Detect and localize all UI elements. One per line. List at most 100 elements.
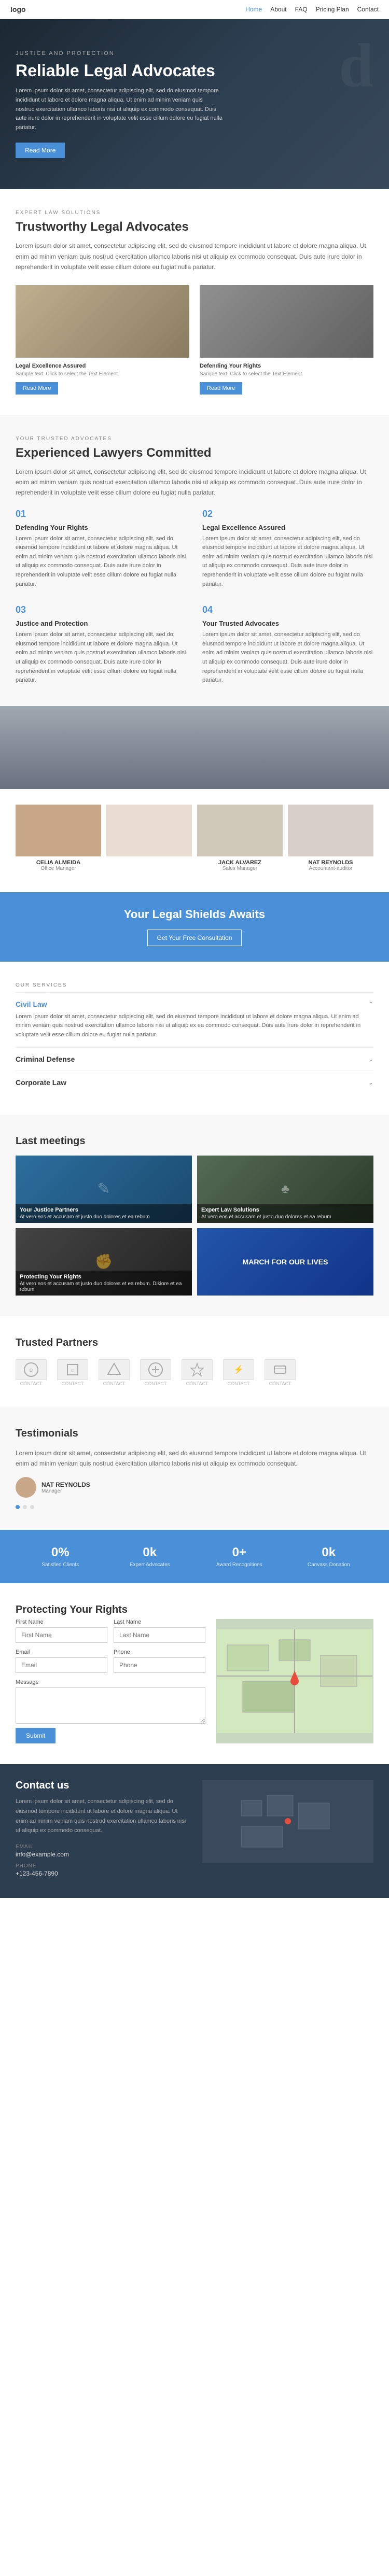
last-name-input[interactable] [114,1627,205,1643]
team-section: CELIA ALMEIDA Office Manager JACK ALVARE… [0,789,389,892]
lawyers-title: Experienced Lawyers Committed [16,446,373,460]
main-nav: Home About FAQ Pricing Plan Contact [245,6,379,13]
meeting-card-2: ♣ Expert Law Solutions At vero eos et ac… [197,1156,373,1223]
stat-num-1: 0% [16,1545,105,1560]
meeting-image-1: ✎ Your Justice Partners At vero eos et a… [16,1156,192,1223]
stat-num-4: 0k [284,1545,374,1560]
team-name-3: JACK ALVAREZ [197,860,283,866]
phone-input[interactable] [114,1657,205,1673]
nav-about[interactable]: About [270,6,286,13]
service-header-2[interactable]: Criminal Defense ⌄ [16,1055,373,1063]
header: logo Home About FAQ Pricing Plan Contact [0,0,389,19]
partner-label-2: CONTACT [57,1381,88,1386]
first-name-group: First Name [16,1619,107,1643]
hero-section: d JUSTICE AND PROTECTION Reliable Legal … [0,19,389,189]
contact-email-item: Email info@example.com [16,1844,187,1858]
lawyers-label: YOUR TRUSTED ADVOCATES [16,436,373,442]
svg-text:⚡: ⚡ [233,1364,244,1374]
service-header-1[interactable]: Civil Law ⌃ [16,1000,373,1008]
logo: logo [10,5,26,13]
lawyer-text-2: Lorem ipsum dolor sit amet, consectetur … [202,534,373,589]
submit-button[interactable]: Submit [16,1728,55,1743]
lawyer-num-3: 03 [16,604,187,615]
last-name-group: Last Name [114,1619,205,1643]
team-photo-4 [288,805,373,856]
lawyer-num-2: 02 [202,509,373,519]
hero-cta-button[interactable]: Read More [16,143,65,158]
team-member-4: NAT REYNOLDS Accountant-auditor [288,805,373,871]
contact-phone-item: Phone +123-456-7890 [16,1863,187,1877]
lawyer-item-4: 04 Your Trusted Advocates Lorem ipsum do… [202,604,373,685]
partner-label-7: CONTACT [265,1381,296,1386]
testimonial-dot-1[interactable] [16,1505,20,1509]
partner-logo-2: □ [57,1359,88,1380]
meeting-card-title-2: Expert Law Solutions [201,1207,369,1213]
services-label: OUR SERVICES [16,982,373,988]
lawyer-text-1: Lorem ipsum dolor sit amet, consectetur … [16,534,187,589]
lawyer-num-4: 04 [202,604,373,615]
meeting-card-text-3: At vero eos et accusam et justo duo dolo… [20,1281,188,1292]
stat-label-3: Award Recognitions [195,1562,284,1568]
testimonials-title: Testimonials [16,1428,373,1440]
message-group: Message [16,1679,205,1724]
testimonial-author-role: Manager [41,1488,90,1494]
cta-button[interactable]: Get Your Free Consultation [147,930,242,946]
nav-pricing[interactable]: Pricing Plan [316,6,349,13]
meeting-card-title-3: Protecting Your Rights [20,1274,188,1280]
hero-title: Reliable Legal Advocates [16,61,223,80]
testimonials-section: Testimonials Lorem ipsum dolor sit amet,… [0,1407,389,1530]
meeting-card-1: ✎ Your Justice Partners At vero eos et a… [16,1156,192,1223]
cta-title: Your Legal Shields Awaits [16,908,373,921]
partner-label-6: CONTACT [223,1381,254,1386]
map-placeholder [216,1619,373,1743]
email-input[interactable] [16,1657,107,1673]
lawyer-item-2: 02 Legal Excellence Assured Lorem ipsum … [202,509,373,589]
nav-faq[interactable]: FAQ [295,6,308,13]
phone-group: Phone [114,1649,205,1673]
message-textarea[interactable] [16,1687,205,1724]
lawyers-section: YOUR TRUSTED ADVOCATES Experienced Lawye… [0,415,389,706]
partner-logo-4 [140,1359,171,1380]
service-title-1: Civil Law [16,1000,47,1008]
lawyer-title-3: Justice and Protection [16,620,187,627]
card-cta-2[interactable]: Read More [200,382,242,395]
lawyer-title-4: Your Trusted Advocates [202,620,373,627]
service-header-3[interactable]: Corporate Law ⌄ [16,1078,373,1087]
lawyer-title-1: Defending Your Rights [16,524,187,531]
team-role-1: Office Manager [16,866,101,871]
testimonial-dot-2[interactable] [23,1505,27,1509]
testimonial-author-name: NAT REYNOLDS [41,1481,90,1488]
team-photo-2 [106,805,192,856]
services-section: OUR SERVICES Civil Law ⌃ Lorem ipsum dol… [0,962,389,1115]
service-text-1: Lorem ipsum dolor sit amet, consectetur … [16,1012,373,1040]
partner-logo-5 [182,1359,213,1380]
partner-logo-6: ⚡ [223,1359,254,1380]
hero-text: Lorem ipsum dolor sit amet, consectetur … [16,87,223,132]
nav-contact[interactable]: Contact [357,6,379,13]
first-name-input[interactable] [16,1627,107,1643]
contact-form-section: Protecting Your Rights First Name Last N… [0,1583,389,1764]
cta-banner: Your Legal Shields Awaits Get Your Free … [0,892,389,962]
hero-subtitle: JUSTICE AND PROTECTION [16,50,223,57]
contact-email-value: info@example.com [16,1851,187,1858]
partner-label-4: CONTACT [140,1381,171,1386]
email-label: Email [16,1649,107,1655]
message-label: Message [16,1679,205,1685]
testimonial-photo [16,1477,36,1498]
trustworthy-title: Trustworthy Legal Advocates [16,220,373,234]
meeting-card-title-4: MARCH FOR OUR LIVES [243,1257,328,1266]
nav-home[interactable]: Home [245,6,262,13]
svg-text:□: □ [72,1368,74,1373]
trustworthy-card-1: Legal Excellence Assured Sample text. Cl… [16,285,189,395]
team-member-2 [106,805,192,871]
chevron-up-icon: ⌃ [368,1001,373,1008]
partners-title: Trusted Partners [16,1337,373,1349]
meeting-card-text-2: At vero eos et accusam et justo duo dolo… [201,1214,369,1220]
team-name-4: NAT REYNOLDS [288,860,373,866]
chevron-down-icon: ⌄ [368,1055,373,1063]
testimonial-dot-3[interactable] [30,1505,34,1509]
card-image-2 [200,285,373,358]
card-cta-1[interactable]: Read More [16,382,58,395]
lawyer-num-1: 01 [16,509,187,519]
phone-label: Phone [114,1649,205,1655]
